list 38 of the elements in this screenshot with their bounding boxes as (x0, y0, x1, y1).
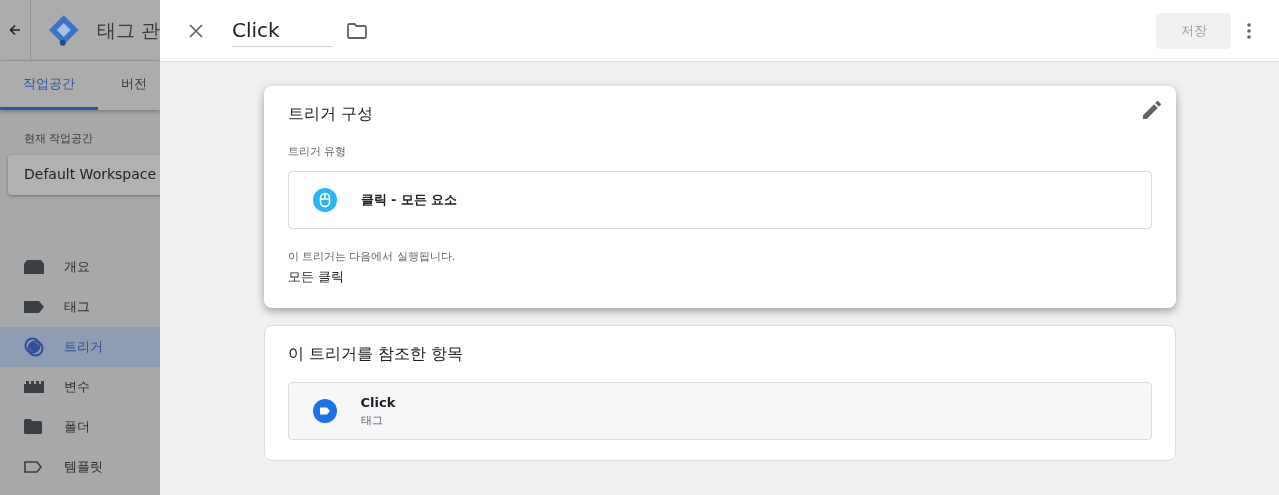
back-arrow-icon (9, 24, 22, 36)
nav-item[interactable]: 태그 (0, 286, 160, 327)
more-icon (1247, 22, 1251, 39)
nav-item[interactable]: 템플릿 (0, 446, 160, 487)
bricks-icon (24, 380, 44, 393)
field-label: 트리거 유형 (287, 144, 347, 160)
nav-item[interactable]: 개요 (0, 246, 160, 287)
nav-item[interactable]: 변수 (0, 366, 160, 407)
trigger-type-row[interactable]: 클릭 - 모든 요소 (287, 170, 1152, 229)
app-title: 태그 관 (96, 17, 160, 43)
workspace-selector[interactable]: Default Workspace (8, 154, 160, 195)
save-button: 저장 (1156, 12, 1231, 49)
reference-name: Click (360, 394, 396, 412)
fires-value: 모든 클릭 (287, 268, 345, 286)
folder-icon (347, 22, 367, 39)
trigger-icon (24, 336, 44, 357)
folder-icon (24, 419, 42, 434)
fires-label: 이 트리거는 다음에서 실행됩니다. (287, 248, 457, 265)
tab[interactable]: 버전 (98, 61, 160, 110)
tag-icon (24, 300, 44, 313)
nav-item[interactable]: 폴더 (0, 406, 160, 447)
reference-type: 태그 (360, 412, 384, 429)
edit-button[interactable] (1141, 100, 1162, 120)
inbox-icon (24, 259, 44, 274)
logo-icon (48, 14, 80, 46)
tag-icon (312, 399, 337, 423)
more-button[interactable] (1245, 20, 1253, 41)
pencil-icon (1142, 101, 1161, 119)
name-field[interactable]: Click (232, 14, 332, 47)
reference-row[interactable]: Click 태그 (287, 382, 1152, 440)
trigger-type: 클릭 - 모든 요소 (360, 190, 458, 209)
close-icon (189, 23, 203, 38)
tab[interactable]: 작업공간 (0, 61, 98, 110)
tag-outline-icon (24, 460, 42, 473)
workspace-label: 현재 작업공간 (24, 131, 95, 147)
mouse-icon (312, 187, 337, 212)
card-title: 트리거 구성 (287, 103, 374, 125)
card-title: 이 트리거를 참조한 항목 (287, 343, 464, 365)
